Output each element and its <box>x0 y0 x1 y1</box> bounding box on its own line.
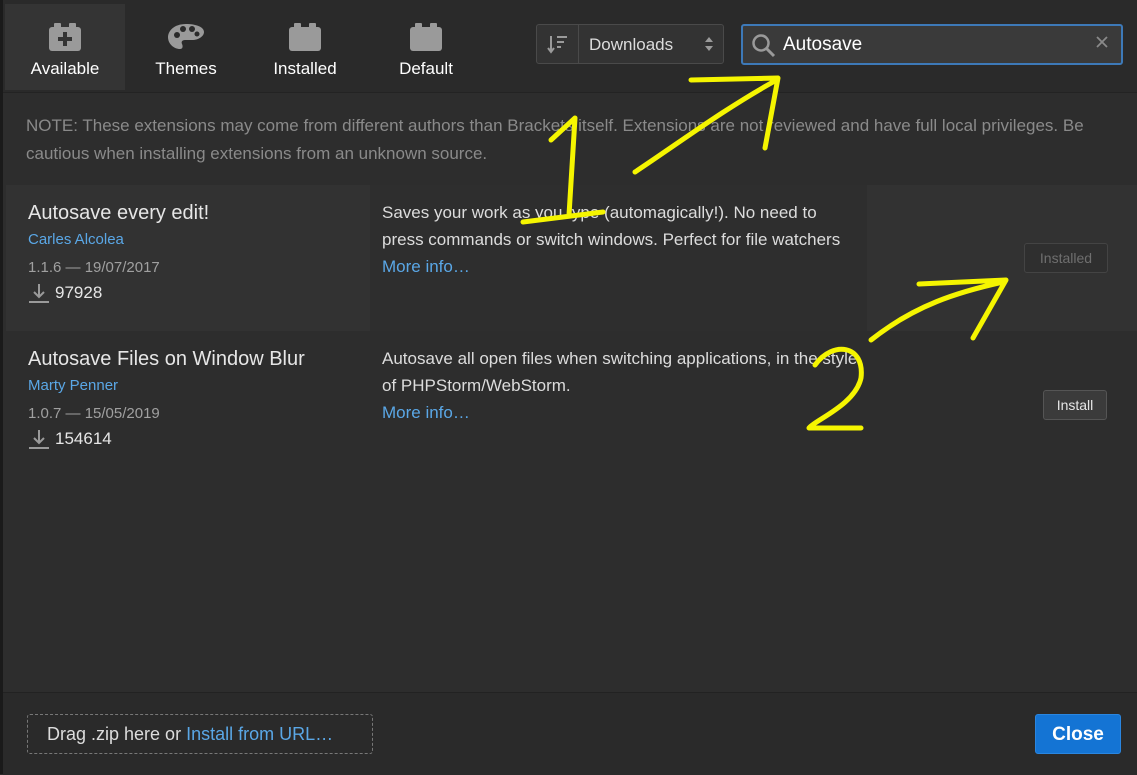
updown-arrows-icon <box>705 37 713 51</box>
install-button[interactable]: Install <box>1043 390 1107 420</box>
available-icon <box>47 22 83 57</box>
extension-author-link[interactable]: Carles Alcolea <box>28 231 124 248</box>
sort-select-value: Downloads <box>589 35 674 54</box>
close-icon[interactable] <box>1095 35 1109 49</box>
extension-info: Autosave every edit! Carles Alcolea 1.1.… <box>6 185 369 331</box>
sort-icon <box>547 36 567 54</box>
tab-default[interactable]: Default <box>366 4 486 90</box>
extension-author-link[interactable]: Marty Penner <box>28 377 118 394</box>
extension-title: Autosave Files on Window Blur <box>28 348 305 370</box>
download-count: 154614 <box>55 429 112 448</box>
more-info-link[interactable]: More info… <box>382 253 862 280</box>
extension-title: Autosave every edit! <box>28 202 210 224</box>
extension-description-text: Saves your work as you type (automagical… <box>382 203 841 249</box>
list-item: Autosave Files on Window Blur Marty Penn… <box>6 331 1137 477</box>
tab-available[interactable]: Available <box>5 4 125 90</box>
toolbar: Available Themes Installed Default Downl… <box>3 0 1137 93</box>
extension-manager-dialog: Available Themes Installed Default Downl… <box>0 0 1137 775</box>
drop-zone-text: Drag .zip here or <box>47 724 187 744</box>
sort-order-button[interactable] <box>537 25 579 63</box>
extension-description: Saves your work as you type (automagical… <box>382 199 862 280</box>
download-icon <box>29 284 49 303</box>
tab-default-label: Default <box>399 59 453 78</box>
warning-note: NOTE: These extensions may come from dif… <box>26 116 1084 163</box>
drop-zone[interactable]: Drag .zip here or Install from URL… <box>27 714 373 754</box>
palette-icon <box>166 22 206 57</box>
more-info-link[interactable]: More info… <box>382 399 862 426</box>
extension-description-text: Autosave all open files when switching a… <box>382 349 858 395</box>
search-input[interactable] <box>783 32 1083 58</box>
installed-button: Installed <box>1024 243 1108 273</box>
tab-installed-label: Installed <box>273 59 337 78</box>
extension-version-date: 1.1.6 — 19/07/2017 <box>28 259 160 276</box>
extension-description-cell: Saves your work as you type (automagical… <box>370 185 867 331</box>
footer: Drag .zip here or Install from URL… Clos… <box>3 692 1137 775</box>
installed-icon <box>287 22 323 57</box>
tab-available-label: Available <box>30 59 100 78</box>
tab-themes[interactable]: Themes <box>126 4 246 90</box>
extension-description: Autosave all open files when switching a… <box>382 345 862 426</box>
install-from-url-link[interactable]: Install from URL… <box>186 724 333 744</box>
tab-themes-label: Themes <box>155 59 217 78</box>
extension-version-date: 1.0.7 — 15/05/2019 <box>28 405 160 422</box>
extension-info: Autosave Files on Window Blur Marty Penn… <box>6 331 369 477</box>
extension-description-cell: Autosave all open files when switching a… <box>370 331 867 477</box>
search-icon <box>752 34 776 58</box>
sort-select[interactable]: Downloads <box>536 24 724 64</box>
list-item: Autosave every edit! Carles Alcolea 1.1.… <box>6 185 1137 331</box>
close-button[interactable]: Close <box>1035 714 1121 754</box>
download-icon <box>29 430 49 449</box>
search-field[interactable] <box>741 24 1123 65</box>
default-icon <box>408 22 444 57</box>
tab-installed[interactable]: Installed <box>245 4 365 90</box>
download-count: 97928 <box>55 283 103 302</box>
